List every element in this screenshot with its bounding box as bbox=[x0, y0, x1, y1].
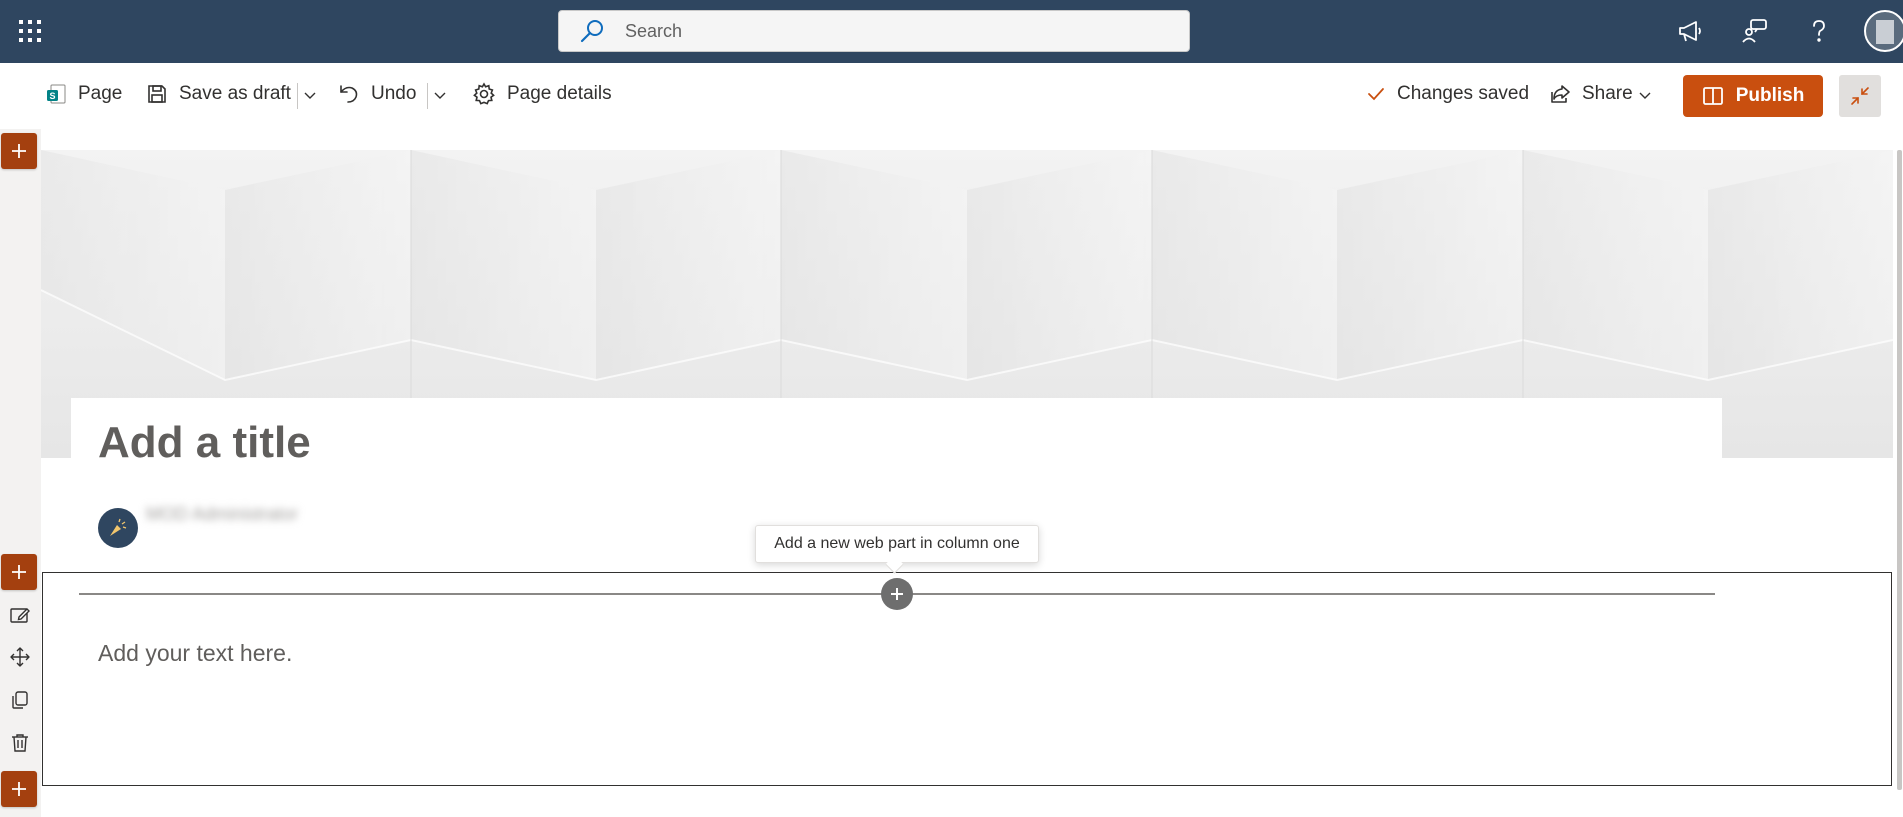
page-title-input[interactable]: Add a title bbox=[98, 418, 311, 468]
command-bar: S Page Save as draft Undo Page details C… bbox=[0, 63, 1903, 129]
save-as-draft-button[interactable]: Save as draft bbox=[146, 79, 291, 109]
app-launcher-icon[interactable] bbox=[10, 10, 50, 52]
separator bbox=[297, 83, 298, 109]
author-avatar bbox=[98, 508, 138, 548]
title-area bbox=[71, 398, 1722, 508]
svg-text:S: S bbox=[49, 91, 55, 101]
publish-button[interactable]: Publish bbox=[1683, 75, 1823, 117]
help-icon[interactable] bbox=[1800, 12, 1838, 50]
book-icon bbox=[1702, 86, 1724, 106]
share-label: Share bbox=[1582, 83, 1633, 104]
page-section[interactable] bbox=[42, 572, 1892, 786]
author-name: MOD Administrator bbox=[146, 504, 299, 524]
page-details-label: Page details bbox=[507, 83, 612, 104]
search-icon bbox=[579, 18, 615, 44]
account-avatar[interactable] bbox=[1864, 10, 1903, 52]
add-web-part-button[interactable] bbox=[881, 578, 913, 610]
add-section-above-button[interactable] bbox=[1, 554, 37, 590]
changes-saved-label: Changes saved bbox=[1397, 83, 1530, 104]
feedback-icon[interactable] bbox=[1736, 12, 1774, 50]
share-options-chevron-down-icon[interactable] bbox=[1636, 83, 1654, 109]
save-icon bbox=[146, 83, 168, 105]
undo-icon bbox=[338, 83, 360, 105]
page-button-label: Page bbox=[78, 83, 123, 104]
plus-icon bbox=[12, 144, 26, 158]
search-input[interactable]: Search bbox=[558, 10, 1190, 52]
duplicate-section-icon[interactable] bbox=[4, 684, 36, 716]
move-section-icon[interactable] bbox=[4, 641, 36, 673]
page-details-button[interactable]: Page details bbox=[472, 79, 612, 109]
undo-options-chevron-down-icon[interactable] bbox=[431, 83, 449, 109]
text-web-part-placeholder[interactable]: Add your text here. bbox=[98, 640, 292, 667]
delete-section-icon[interactable] bbox=[4, 727, 36, 759]
save-options-chevron-down-icon[interactable] bbox=[301, 83, 319, 109]
checkmark-icon bbox=[1366, 84, 1386, 104]
sharepoint-page-icon: S bbox=[45, 83, 67, 105]
plus-icon bbox=[12, 565, 26, 579]
gear-icon bbox=[472, 82, 496, 106]
undo-label: Undo bbox=[371, 83, 417, 104]
plus-icon bbox=[891, 588, 903, 600]
search-placeholder: Search bbox=[625, 20, 683, 41]
share-icon bbox=[1549, 83, 1571, 105]
megaphone-icon[interactable] bbox=[1671, 12, 1709, 50]
separator bbox=[427, 83, 428, 109]
suite-bar: Search bbox=[0, 0, 1903, 63]
page-button[interactable]: S Page bbox=[45, 79, 122, 109]
publish-label: Publish bbox=[1735, 85, 1805, 106]
plus-icon bbox=[12, 782, 26, 796]
edit-section-icon[interactable] bbox=[4, 599, 36, 631]
scrollbar-thumb[interactable] bbox=[1897, 150, 1902, 790]
add-section-top-button[interactable] bbox=[1, 133, 37, 169]
save-as-draft-label: Save as draft bbox=[179, 83, 291, 104]
collapse-icon[interactable] bbox=[1839, 75, 1881, 117]
add-section-below-button[interactable] bbox=[1, 771, 37, 807]
changes-saved-status: Changes saved bbox=[1366, 79, 1529, 109]
undo-button[interactable]: Undo bbox=[338, 79, 416, 109]
share-button[interactable]: Share bbox=[1549, 79, 1633, 109]
